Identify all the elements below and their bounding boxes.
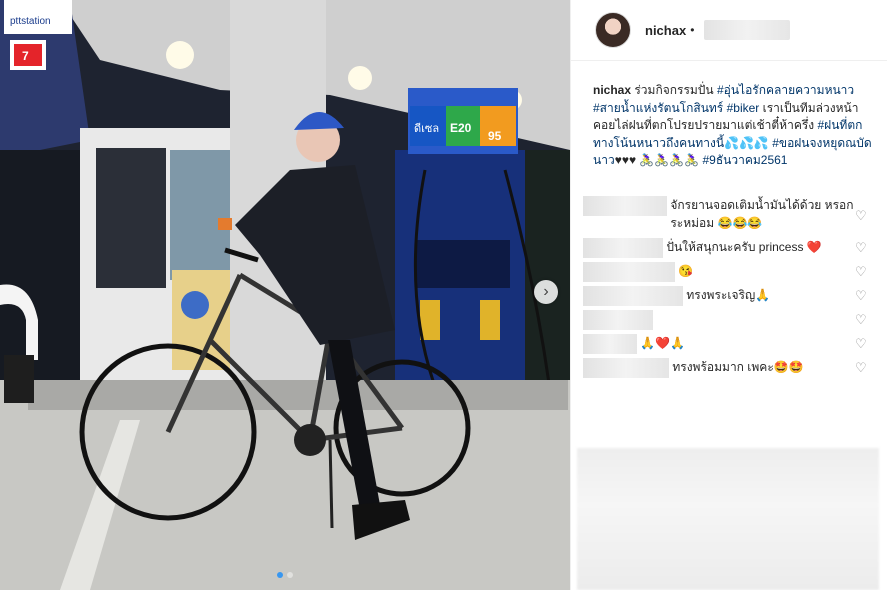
comment-7: ทรงพร้อมมาก เพคะ🤩🤩 ♡ xyxy=(583,358,873,378)
comment-text: ทรงพร้อมมาก เพคะ🤩🤩 xyxy=(672,360,804,375)
comment-text: 🙏❤️🙏 xyxy=(640,336,686,351)
post-header: nichax • xyxy=(571,0,887,61)
heart-icon[interactable]: ♡ xyxy=(855,265,867,278)
redacted-commenter xyxy=(583,334,637,354)
hashtag-link[interactable]: #สายน้ำแห่งรัตนโกสินทร์ xyxy=(593,101,723,115)
comment-2: ปั่นให้สนุกนะครับ princess ❤️ ♡ xyxy=(583,238,873,258)
redacted-actions-area xyxy=(577,448,879,590)
post-username[interactable]: nichax xyxy=(645,23,686,38)
comment-5: ♡ xyxy=(583,310,873,330)
hashtag-link[interactable]: #อุ่นไอรักคลายความหนาว xyxy=(717,83,854,97)
chevron-right-icon: › xyxy=(543,283,549,300)
carousel-dot-active xyxy=(277,572,283,578)
post-caption: nichax ร่วมกิจกรรมปั่น #อุ่นไอรักคลายควา… xyxy=(593,82,878,170)
caption-segment: 💦💦💦 xyxy=(724,135,773,150)
caption-text: ร่วมกิจกรรมปั่น #อุ่นไอรักคลายความหนาว #… xyxy=(593,83,872,167)
comment-text: ทรงพระเจริญ🙏 xyxy=(686,288,771,303)
heart-icon[interactable]: ♡ xyxy=(855,241,867,254)
hashtag-link[interactable]: #biker xyxy=(727,101,760,115)
pump-label-95: 95 xyxy=(488,129,502,143)
redacted-commenter xyxy=(583,310,653,330)
heart-icon[interactable]: ♡ xyxy=(855,209,867,222)
heart-icon[interactable]: ♡ xyxy=(855,289,867,302)
redacted-commenter xyxy=(583,262,675,282)
carousel-dot xyxy=(287,572,293,578)
comment-1: จักรยานจอดเติมน้ำมันได้ด้วย หรอกระหม่อม … xyxy=(583,196,873,232)
photo-illustration: pttstation 7 ดีเซล E20 95 xyxy=(0,0,570,590)
heart-icon[interactable]: ♡ xyxy=(855,361,867,374)
header-bullet: • xyxy=(690,23,695,37)
redacted-commenter xyxy=(583,238,663,258)
comment-4: ทรงพระเจริญ🙏 ♡ xyxy=(583,286,873,306)
redacted-commenter xyxy=(583,196,667,216)
heart-icon[interactable]: ♡ xyxy=(855,337,867,350)
heart-icon[interactable]: ♡ xyxy=(855,313,867,326)
redacted-follow-area xyxy=(704,20,791,40)
caption-username[interactable]: nichax xyxy=(593,83,631,97)
post-side-panel: nichax • nichax ร่วมกิจกรรมปั่น #อุ่นไอร… xyxy=(570,0,887,590)
caption-segment: ♥♥♥ 🚴‍♀️🚴‍♀️🚴‍♀️🚴‍♀️ xyxy=(614,153,703,167)
post-photo[interactable]: pttstation 7 ดีเซล E20 95 › xyxy=(0,0,570,590)
carousel-indicator xyxy=(0,572,570,578)
hashtag-link[interactable]: #9ธันวาคม2561 xyxy=(703,153,788,167)
comment-6: 🙏❤️🙏 ♡ xyxy=(583,334,873,354)
redacted-commenter xyxy=(583,286,683,306)
carousel-next-button[interactable]: › xyxy=(534,280,558,304)
ptt-sign: pttstation xyxy=(10,16,51,27)
comment-text: จักรยานจอดเติมน้ำมันได้ด้วย หรอกระหม่อม … xyxy=(670,198,854,230)
avatar[interactable] xyxy=(595,12,631,48)
comment-text: ปั่นให้สนุกนะครับ princess ❤️ xyxy=(666,240,822,255)
comment-3: 😘 ♡ xyxy=(583,262,873,282)
svg-text:7: 7 xyxy=(22,49,29,63)
redacted-commenter xyxy=(583,358,669,378)
caption-segment: ร่วมกิจกรรมปั่น xyxy=(631,83,717,97)
pump-label-e20: E20 xyxy=(450,121,472,135)
comment-text: 😘 xyxy=(678,264,694,279)
pump-label-diesel: ดีเซล xyxy=(414,122,439,135)
